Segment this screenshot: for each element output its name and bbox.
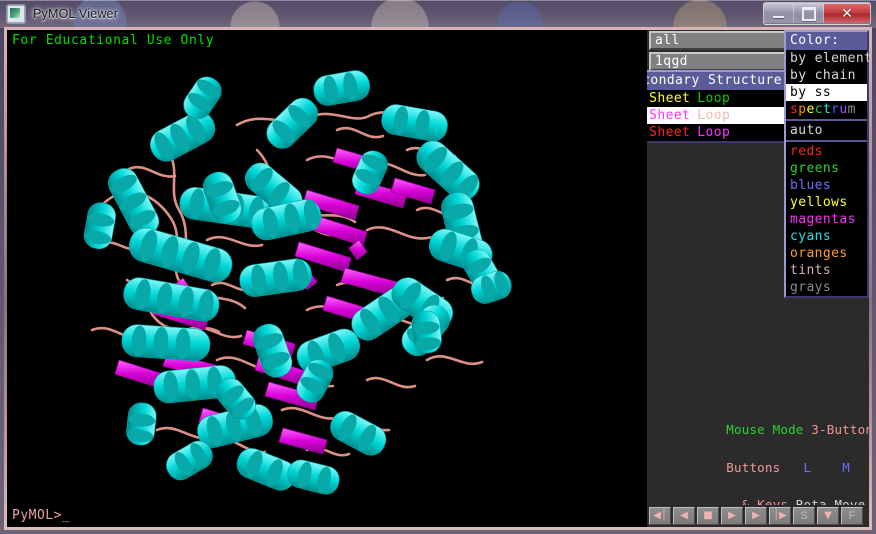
mouse-mode-value: 3-Button Viewing bbox=[811, 421, 869, 437]
spectrum-letter: c bbox=[814, 102, 823, 117]
play-icon: ▶ bbox=[728, 510, 736, 521]
ss-menu-title: By Secondary Structure: bbox=[647, 72, 790, 90]
color-item-label: yellows bbox=[790, 195, 848, 210]
color-menu-item-greens[interactable]: greens bbox=[786, 160, 867, 177]
ss-menu-item-2[interactable]: HelixSheetLoop bbox=[647, 124, 786, 141]
pymol-viewer-window: PyMOL Viewer ✕ For Educational Use Only … bbox=[0, 0, 876, 534]
color-menu-item-yellows[interactable]: yellows bbox=[786, 194, 867, 211]
full-screen-button[interactable]: F bbox=[841, 507, 863, 525]
color-menu-title: Color: bbox=[786, 32, 867, 50]
ss-sheet-label: Sheet bbox=[649, 108, 691, 123]
pymol-app-icon bbox=[7, 4, 25, 23]
chevron-down-icon: ▼ bbox=[824, 510, 832, 521]
stop-button[interactable]: ■ bbox=[697, 507, 719, 525]
mouse-mode-row-plain: & Keys Rota Move MovZ Slab bbox=[649, 487, 867, 512]
spectrum-letter: e bbox=[806, 102, 815, 117]
color-menu-item-by-ss[interactable]: by ss bbox=[786, 84, 867, 101]
maximize-button[interactable] bbox=[794, 4, 824, 23]
rewind-to-start-button[interactable]: ◀│ bbox=[649, 507, 671, 525]
window-titlebar[interactable]: PyMOL Viewer ✕ bbox=[0, 0, 876, 27]
play-button[interactable]: ▶ bbox=[721, 507, 743, 525]
color-item-label: by ss bbox=[790, 85, 832, 100]
close-icon: ✕ bbox=[841, 5, 853, 22]
color-item-label: reds bbox=[790, 144, 823, 159]
stop-icon: ■ bbox=[703, 510, 713, 521]
color-item-label: auto bbox=[790, 123, 823, 138]
object-row-all[interactable]: all bbox=[649, 31, 788, 50]
buttons-label: Buttons bbox=[726, 459, 781, 475]
color-menu-item-by-element[interactable]: by element bbox=[786, 50, 869, 67]
object-list: all 1qgd bbox=[649, 31, 788, 73]
color-menu-item-spectrum[interactable]: spectrum bbox=[786, 101, 867, 118]
color-item-label: spectrum bbox=[790, 102, 856, 117]
command-line-prompt[interactable]: PyMOL>_ bbox=[12, 508, 70, 523]
movie-menu-button[interactable]: ▼ bbox=[817, 507, 839, 525]
color-item-label: oranges bbox=[790, 246, 848, 261]
ss-loop-label: Loop bbox=[697, 125, 731, 140]
educational-use-watermark: For Educational Use Only bbox=[12, 33, 215, 48]
movie-control-bar: ◀│ ◀ ■ ▶ ▶ │▶ S ▼ F bbox=[647, 505, 869, 527]
ss-loop-label: Loop bbox=[697, 108, 731, 123]
ss-sheet-label: Sheet bbox=[649, 125, 691, 140]
minimize-button[interactable] bbox=[764, 4, 794, 23]
color-item-label: greens bbox=[790, 161, 840, 176]
smooth-icon: S bbox=[800, 509, 808, 522]
window-controls: ✕ bbox=[763, 2, 871, 25]
forward-to-end-button[interactable]: │▶ bbox=[769, 507, 791, 525]
smooth-toggle-button[interactable]: S bbox=[793, 507, 815, 525]
secondary-structure-menu: By Secondary Structure: HelixSheetLoop H… bbox=[647, 70, 790, 143]
color-item-label: magentas bbox=[790, 212, 856, 227]
ss-menu-item-0[interactable]: HelixSheetLoop bbox=[647, 90, 786, 107]
color-menu-item-magentas[interactable]: magentas bbox=[786, 211, 867, 228]
close-button[interactable]: ✕ bbox=[824, 4, 870, 23]
step-back-button[interactable]: ◀ bbox=[673, 507, 695, 525]
ss-sheet-label: Sheet bbox=[649, 91, 691, 106]
object-row-1qgd[interactable]: 1qgd bbox=[649, 52, 788, 71]
color-item-label: by chain bbox=[790, 68, 856, 83]
step-back-icon: ◀ bbox=[680, 510, 688, 521]
color-item-label: tints bbox=[790, 263, 832, 278]
spectrum-letter: m bbox=[847, 102, 856, 117]
color-menu-item-tints[interactable]: tints bbox=[786, 262, 867, 279]
color-menu-item-cyans[interactable]: cyans bbox=[786, 228, 867, 245]
spectrum-letter: s bbox=[790, 102, 799, 117]
color-menu-item-grays[interactable]: grays bbox=[786, 279, 867, 296]
menu-separator bbox=[786, 140, 867, 142]
color-item-label: by element bbox=[790, 51, 869, 66]
menu-separator bbox=[786, 119, 867, 121]
spectrum-letter: t bbox=[822, 102, 832, 117]
mouse-mode-header: Mouse Mode 3-Button Viewing bbox=[649, 411, 869, 436]
color-item-label: blues bbox=[790, 178, 832, 193]
step-forward-button[interactable]: ▶ bbox=[745, 507, 767, 525]
color-menu-item-by-chain[interactable]: by chain bbox=[786, 67, 867, 84]
mouse-mode-label: Mouse Mode bbox=[726, 421, 804, 437]
pymol-content-area: For Educational Use Only PyMOL>_ all 1qg… bbox=[7, 30, 869, 527]
spectrum-letter: u bbox=[839, 102, 848, 117]
color-menu-item-oranges[interactable]: oranges bbox=[786, 245, 867, 262]
protein-cartoon-render bbox=[7, 30, 647, 527]
color-item-label: grays bbox=[790, 280, 832, 295]
color-menu-item-blues[interactable]: blues bbox=[786, 177, 867, 194]
col-M: M bbox=[842, 459, 850, 475]
color-menu-item-reds[interactable]: reds bbox=[786, 143, 867, 160]
ss-menu-item-1[interactable]: HelixSheetLoop bbox=[647, 107, 786, 124]
3d-viewport[interactable]: For Educational Use Only PyMOL>_ bbox=[7, 30, 647, 527]
fullscreen-icon: F bbox=[848, 509, 856, 522]
window-title: PyMOL Viewer bbox=[33, 6, 119, 21]
mouse-mode-columns: Buttons L M R Wheel bbox=[649, 449, 867, 474]
step-forward-icon: ▶ bbox=[752, 510, 760, 521]
forward-end-icon: │▶ bbox=[773, 510, 787, 521]
color-menu-item-auto[interactable]: auto bbox=[786, 122, 867, 139]
control-panel: all 1qgd By Secondary Structure: HelixSh… bbox=[647, 30, 869, 527]
ss-loop-label: Loop bbox=[697, 91, 731, 106]
rewind-icon: ◀│ bbox=[653, 510, 667, 521]
color-item-label: cyans bbox=[790, 229, 832, 244]
color-menu: Color: by element by chain by ss spectru… bbox=[784, 30, 869, 298]
